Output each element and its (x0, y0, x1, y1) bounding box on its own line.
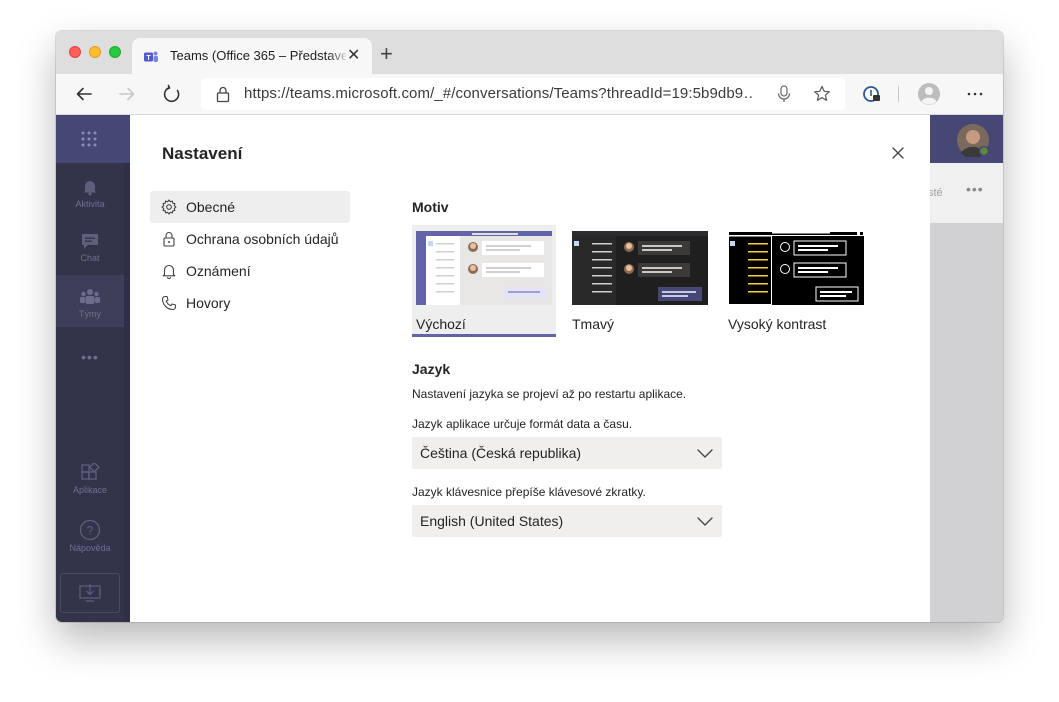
rail-label: Aktivita (75, 199, 105, 209)
gear-icon (161, 199, 177, 215)
settings-dialog: Nastavení Obecné Ochrana osobních údajů (130, 115, 930, 622)
nav-label: Ochrana osobních údajů (186, 231, 339, 247)
nav-item-calls[interactable]: Hovory (150, 287, 350, 319)
keyboard-language-label: Jazyk klávesnice přepíše klávesové zkrat… (412, 485, 646, 499)
teams-icon (80, 289, 100, 304)
microphone-icon[interactable] (777, 85, 791, 103)
back-arrow-icon[interactable] (73, 83, 95, 105)
rail-item-help[interactable]: ? Nápověda (56, 519, 124, 553)
browser-tab[interactable]: T Teams (Office 365 – Představe ✕ (132, 38, 372, 74)
teams-rail: Aktivita Chat Týmy ••• Aplikace ? Nápově… (56, 163, 124, 622)
help-icon: ? (79, 519, 101, 541)
download-app-button[interactable] (60, 573, 120, 613)
channel-more-icon[interactable]: ••• (966, 181, 984, 197)
rail-more-icon[interactable]: ••• (56, 349, 124, 365)
theme-option-high-contrast[interactable]: Vysoký kontrast (724, 225, 868, 337)
teams-logo-icon: T (144, 51, 158, 62)
rail-item-apps[interactable]: Aplikace (56, 463, 124, 495)
background-partial-text: sté (928, 187, 943, 199)
browser-window: T Teams (Office 365 – Představe ✕ + http… (56, 31, 1003, 622)
close-dialog-icon[interactable] (890, 145, 906, 161)
app-language-value: Čeština (Česká republika) (420, 445, 582, 461)
chevron-down-icon (697, 449, 713, 458)
phone-icon (161, 295, 177, 311)
nav-item-privacy[interactable]: Ochrana osobních údajů (150, 223, 350, 255)
theme-option-dark[interactable]: Tmavý (568, 225, 712, 337)
lock-icon (216, 86, 230, 103)
close-window-button[interactable] (69, 46, 81, 58)
maximize-window-button[interactable] (109, 46, 121, 58)
rail-item-teams[interactable]: Týmy (56, 287, 124, 319)
minimize-window-button[interactable] (89, 46, 101, 58)
browser-titlebar: T Teams (Office 365 – Představe ✕ + (56, 31, 1003, 74)
profile-avatar-icon[interactable] (917, 82, 941, 106)
rail-item-chat[interactable]: Chat (56, 231, 124, 263)
app-launcher-icon[interactable] (80, 130, 98, 148)
more-options-icon[interactable] (964, 83, 986, 105)
theme-label: Výchozí (416, 316, 466, 332)
rail-label: Nápověda (69, 543, 111, 553)
app-language-label: Jazyk aplikace určuje formát data a času… (412, 417, 633, 431)
nav-label: Hovory (186, 295, 231, 311)
lock-icon (163, 232, 175, 247)
url-text: https://teams.microsoft.com/_#/conversat… (244, 85, 754, 102)
channel-header-edge: sté ••• (928, 163, 1003, 224)
favorite-star-icon[interactable] (813, 85, 831, 103)
theme-heading: Motiv (412, 199, 449, 215)
chat-icon (82, 234, 98, 249)
chevron-down-icon (697, 517, 713, 526)
forward-arrow-icon[interactable] (116, 83, 138, 105)
browser-toolbar: https://teams.microsoft.com/_#/conversat… (56, 74, 1003, 115)
rail-label: Aplikace (72, 485, 108, 495)
rail-label: Týmy (79, 309, 101, 319)
app-language-dropdown[interactable]: Čeština (Česká republika) (412, 437, 722, 469)
nav-item-notifications[interactable]: Oznámení (150, 255, 350, 287)
keyboard-language-dropdown[interactable]: English (United States) (412, 505, 722, 537)
teams-app: Aktivita Chat Týmy ••• Aplikace ? Nápově… (56, 115, 1003, 622)
high-contrast-theme-preview (728, 231, 864, 305)
rail-label: Chat (80, 253, 100, 263)
nav-item-general[interactable]: Obecné (150, 191, 350, 223)
new-tab-button[interactable]: + (380, 43, 393, 65)
extension-icon[interactable] (861, 83, 883, 105)
bell-icon (162, 264, 176, 279)
theme-option-default[interactable]: Výchozí (412, 225, 556, 337)
svg-text:T: T (146, 55, 151, 62)
language-restart-note: Nastavení jazyka se projeví až po restar… (412, 387, 687, 401)
toolbar-separator (898, 86, 899, 102)
apps-icon (81, 463, 100, 480)
download-icon (79, 584, 101, 602)
theme-label: Vysoký kontrast (728, 316, 827, 332)
theme-label: Tmavý (572, 316, 614, 332)
svg-text:?: ? (87, 524, 94, 538)
refresh-icon[interactable] (161, 83, 183, 105)
keyboard-language-value: English (United States) (420, 513, 564, 529)
address-bar[interactable]: https://teams.microsoft.com/_#/conversat… (201, 78, 845, 110)
user-avatar[interactable] (956, 123, 990, 157)
tab-title: Teams (Office 365 – Představe (170, 48, 346, 63)
default-theme-preview (416, 231, 552, 305)
nav-label: Oznámení (186, 263, 251, 279)
channel-content-edge (930, 223, 1003, 622)
language-heading: Jazyk (412, 361, 451, 377)
rail-item-activity[interactable]: Aktivita (56, 177, 124, 209)
dialog-title: Nastavení (162, 144, 243, 163)
dark-theme-preview (572, 231, 708, 305)
bell-icon (83, 181, 97, 196)
nav-label: Obecné (186, 199, 236, 215)
close-tab-icon[interactable]: ✕ (347, 47, 360, 65)
